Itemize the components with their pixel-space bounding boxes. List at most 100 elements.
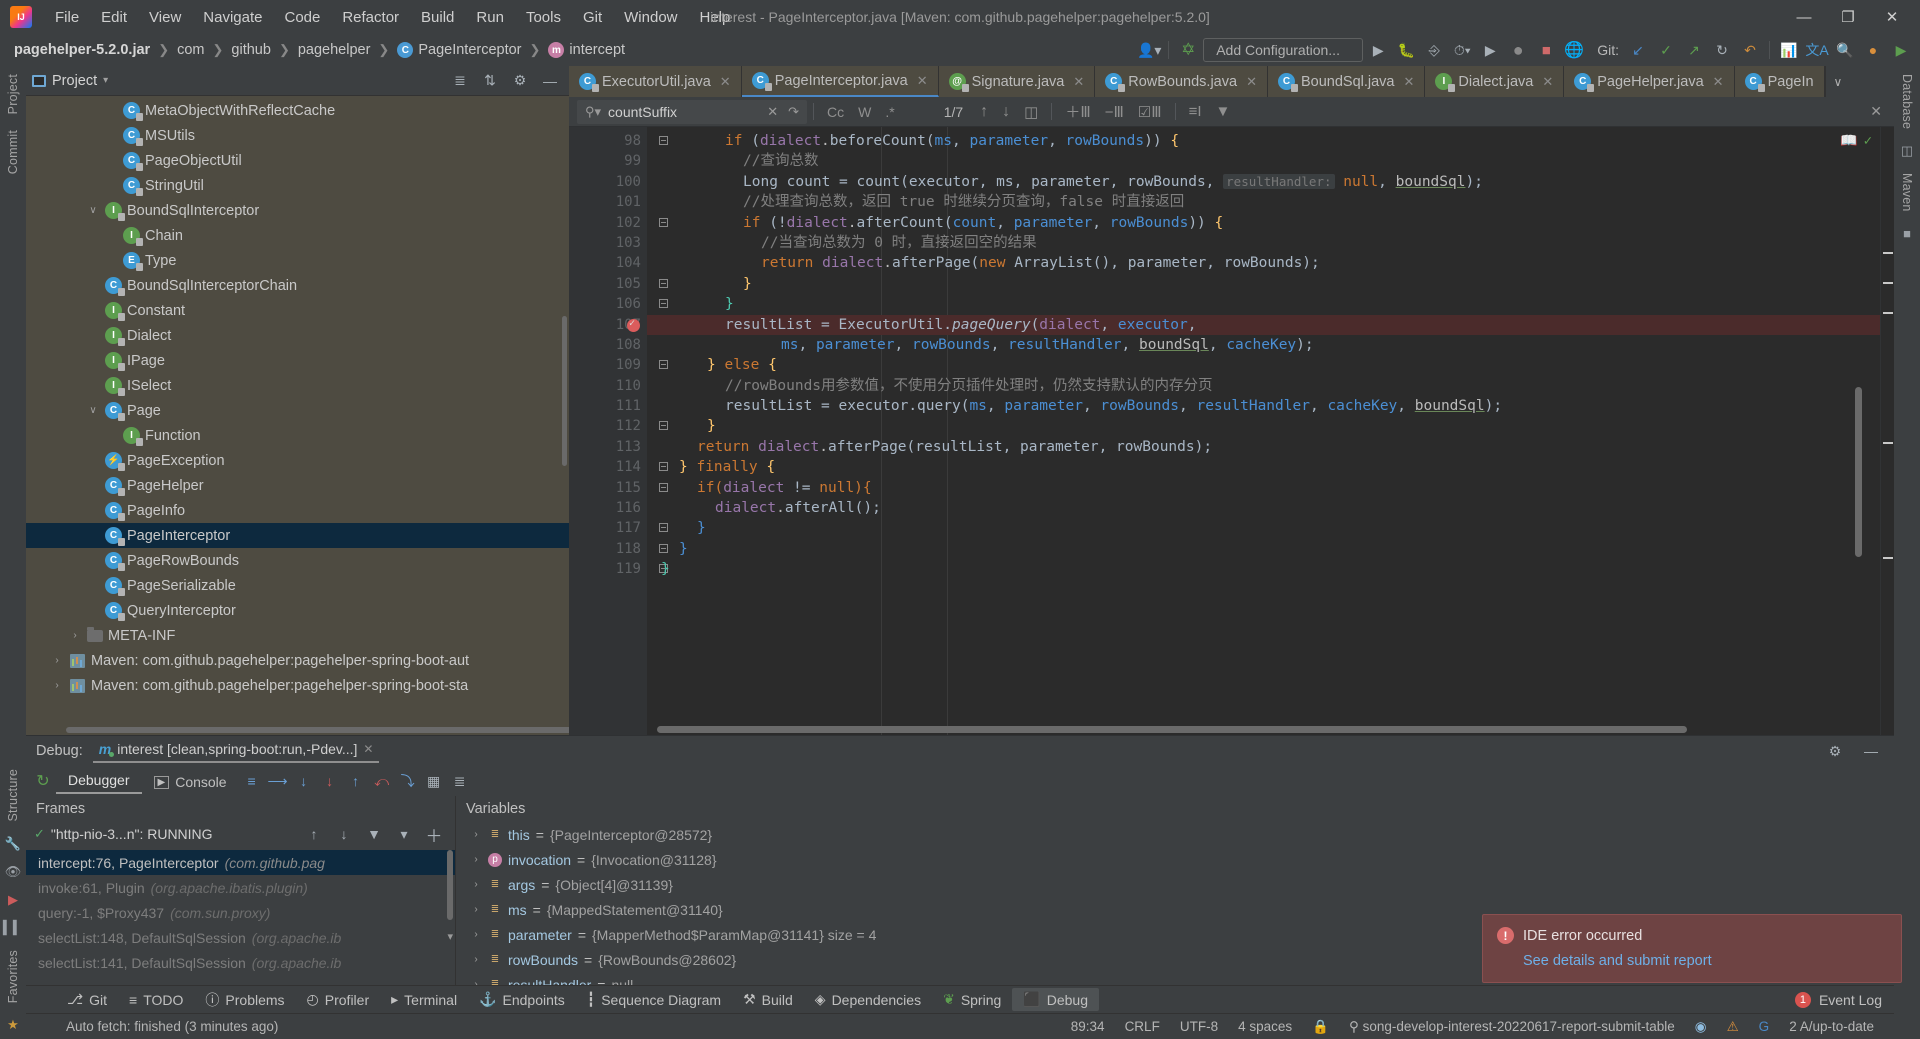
- tree-expander-icon[interactable]: ›: [68, 630, 82, 641]
- close-tab-icon[interactable]: ✕: [917, 73, 928, 89]
- variable-expander-icon[interactable]: ›: [470, 879, 482, 890]
- layout-icon[interactable]: ≡: [239, 769, 265, 793]
- frames-scrollbar[interactable]: [447, 850, 453, 920]
- run-configuration-selector[interactable]: Add Configuration...: [1203, 38, 1364, 62]
- menu-git[interactable]: Git: [572, 5, 613, 30]
- build-tool-icon[interactable]: 🔧: [2, 833, 24, 855]
- menu-build[interactable]: Build: [410, 5, 465, 30]
- git-commit-icon[interactable]: ✓: [1653, 38, 1679, 62]
- updates-status[interactable]: 2 A/up-to-date: [1779, 1019, 1884, 1034]
- menu-navigate[interactable]: Navigate: [192, 5, 273, 30]
- variable-expander-icon[interactable]: ›: [470, 929, 482, 940]
- regex-toggle[interactable]: .*: [878, 104, 901, 120]
- editor-tab-pageinterceptor-java[interactable]: C PageInterceptor.java ✕: [741, 66, 939, 97]
- tree-item-msutils[interactable]: C MSUtils: [26, 123, 569, 148]
- menu-edit[interactable]: Edit: [90, 5, 138, 30]
- run-coverage-icon[interactable]: ⎆: [1421, 38, 1447, 62]
- run-to-cursor-icon[interactable]: ⤵: [395, 769, 421, 793]
- gutter-line-115[interactable]: 115: [569, 478, 668, 498]
- tree-item-pageinfo[interactable]: C PageInfo: [26, 498, 569, 523]
- tool-window-build[interactable]: ⚒ Build: [732, 988, 804, 1011]
- editor-tab-boundsql-java[interactable]: C BoundSql.java ✕: [1267, 66, 1426, 97]
- search-everywhere-icon[interactable]: 🌐: [1561, 38, 1587, 62]
- frames-chevron-icon[interactable]: ▾: [391, 822, 417, 846]
- find-input[interactable]: countSuffix: [608, 104, 677, 120]
- tree-item-boundsqlinterceptorchain[interactable]: C BoundSqlInterceptorChain: [26, 273, 569, 298]
- tool-window-sequence-diagram[interactable]: ┇ Sequence Diagram: [576, 988, 732, 1011]
- tool-window-debug[interactable]: ⬛ Debug: [1012, 988, 1099, 1011]
- notification-bell-icon[interactable]: ⚠: [1717, 1019, 1749, 1035]
- tool-window-todo[interactable]: ≡ TODO: [118, 989, 194, 1011]
- tree-item-chain[interactable]: I Chain: [26, 223, 569, 248]
- breakpoint-icon[interactable]: [627, 314, 640, 334]
- editor-horizontal-scrollbar[interactable]: [657, 726, 1687, 733]
- menu-tools[interactable]: Tools: [515, 5, 572, 30]
- google-icon[interactable]: G: [1749, 1019, 1780, 1034]
- thread-selector[interactable]: ✓ "http-nio-3...n": RUNNING: [34, 826, 297, 842]
- gutter-line-109[interactable]: 109: [569, 355, 668, 375]
- tool-window-git[interactable]: ⎇ Git: [56, 988, 118, 1011]
- evaluate-expression-icon[interactable]: ▦: [421, 769, 447, 793]
- gutter-line-111[interactable]: 111: [569, 396, 647, 416]
- line-separator[interactable]: CRLF: [1115, 1019, 1170, 1034]
- translate-icon[interactable]: 文A: [1804, 38, 1830, 62]
- tree-item-queryinterceptor[interactable]: C QueryInterceptor: [26, 598, 569, 623]
- tree-item-boundsqlinterceptor[interactable]: ∨ I BoundSqlInterceptor: [26, 198, 569, 223]
- variable-expander-icon[interactable]: ›: [470, 954, 482, 965]
- sort-icon[interactable]: ⇅: [477, 69, 503, 93]
- variable-expander-icon[interactable]: ›: [470, 829, 482, 840]
- strip-commit-2[interactable]: Commit: [6, 122, 20, 182]
- menu-run[interactable]: Run: [465, 5, 515, 30]
- variable-row[interactable]: › ≣ this = {PageInterceptor@28572}: [456, 822, 1894, 847]
- gutter-line-110[interactable]: 110: [569, 376, 647, 396]
- strip-project[interactable]: Project: [6, 66, 20, 122]
- close-tab-icon[interactable]: ✕: [1246, 74, 1257, 90]
- chevron-down-icon[interactable]: ▾: [103, 75, 108, 86]
- gutter-line-106[interactable]: 106: [569, 294, 668, 314]
- watch-icon[interactable]: 👁: [2, 861, 24, 883]
- tree-item-meta-inf[interactable]: › META-INF: [26, 623, 569, 648]
- gutter-line-100[interactable]: 100: [569, 172, 647, 192]
- git-branch-widget[interactable]: ⚲ song-develop-interest-20220617-report-…: [1339, 1019, 1685, 1035]
- minimize-button[interactable]: —: [1782, 2, 1826, 32]
- editor-tab-signature-java[interactable]: @ Signature.java ✕: [938, 66, 1096, 97]
- record-icon[interactable]: ●: [1505, 38, 1531, 62]
- tree-item-type[interactable]: E Type: [26, 248, 569, 273]
- favorites-star-icon[interactable]: ★: [2, 1014, 24, 1036]
- git-update-icon[interactable]: ↙: [1625, 38, 1651, 62]
- close-session-icon[interactable]: ✕: [363, 742, 373, 756]
- rerun-icon[interactable]: ↻: [30, 769, 56, 793]
- editor-tab-rowbounds-java[interactable]: C RowBounds.java ✕: [1095, 66, 1268, 97]
- frame-row[interactable]: selectList:148, DefaultSqlSession (org.ap…: [26, 925, 455, 950]
- git-push-icon[interactable]: ↗: [1681, 38, 1707, 62]
- frame-row[interactable]: intercept:76, PageInterceptor (com.github…: [26, 850, 455, 875]
- gutter-line-102[interactable]: 102: [569, 213, 668, 233]
- strip-favorites[interactable]: Favorites: [6, 942, 20, 1011]
- tree-item-pageobjectutil[interactable]: C PageObjectUtil: [26, 148, 569, 173]
- reader-mode-icon[interactable]: 📖: [1840, 133, 1857, 149]
- notification-link[interactable]: See details and submit report: [1523, 953, 1712, 969]
- search-dropdown-icon[interactable]: ⚲▾: [585, 104, 601, 120]
- gutter-line-104[interactable]: 104: [569, 253, 647, 273]
- editor-vertical-scrollbar[interactable]: [1855, 387, 1862, 557]
- gutter-line-101[interactable]: 101: [569, 192, 647, 212]
- lock-icon[interactable]: 🔒: [1302, 1019, 1339, 1035]
- gutter-line-103[interactable]: 103: [569, 233, 647, 253]
- filter-icon[interactable]: ▼: [1209, 103, 1238, 120]
- close-find-icon[interactable]: ✕: [1858, 103, 1894, 120]
- run-icon[interactable]: ▶: [1365, 38, 1391, 62]
- step-out-icon[interactable]: ↑: [343, 769, 369, 793]
- tree-item-maven-com-github-pagehelper-pagehelper-spring-boot-sta[interactable]: › Maven: com.github.pagehelper:pagehelper…: [26, 673, 569, 698]
- more-tabs-button[interactable]: ∨: [1824, 66, 1851, 97]
- indent-setting[interactable]: 4 spaces: [1228, 1019, 1302, 1034]
- tool-window-dependencies[interactable]: ◈ Dependencies: [804, 988, 932, 1011]
- code-content[interactable]: if (dialect.beforeCount(ms, parameter, r…: [647, 127, 1880, 735]
- editor-tab-pagein[interactable]: C PageIn: [1734, 66, 1825, 97]
- tree-item-maven-com-github-pagehelper-pagehelper-spring-boot-aut[interactable]: › Maven: com.github.pagehelper:pagehelper…: [26, 648, 569, 673]
- stop-icon[interactable]: ■: [1533, 38, 1559, 62]
- tree-item-pagerowbounds[interactable]: C PageRowBounds: [26, 548, 569, 573]
- event-log-button[interactable]: Event Log: [1819, 992, 1882, 1008]
- code-editor[interactable]: 9899100101102103104105106107108109110111…: [569, 127, 1894, 735]
- find-input-wrapper[interactable]: ⚲▾ countSuffix ✕ ↷: [577, 99, 807, 124]
- chart-icon[interactable]: 📊: [1776, 38, 1802, 62]
